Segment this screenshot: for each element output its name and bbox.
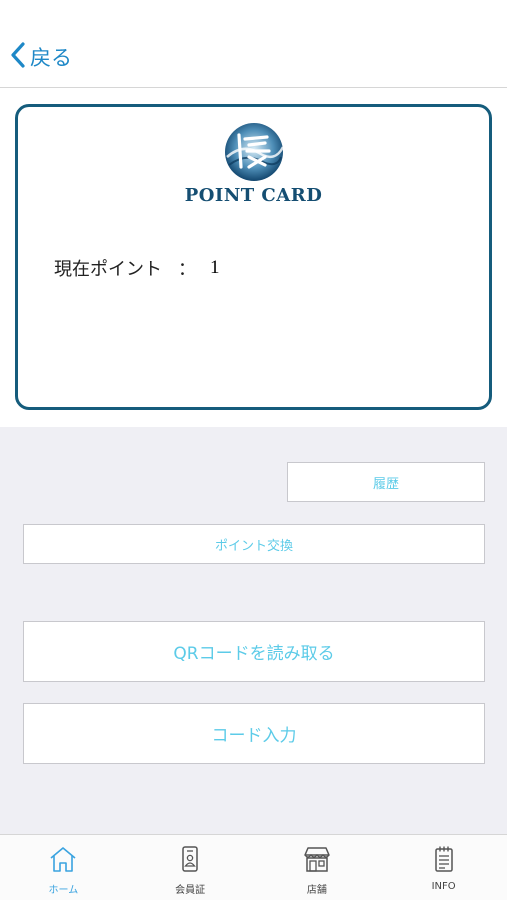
notepad-icon [429, 845, 459, 877]
tab-store-label: 店舗 [306, 885, 327, 896]
tab-member-card[interactable]: 会員証 [127, 835, 254, 900]
tab-home[interactable]: ホーム [0, 835, 127, 900]
tab-store[interactable]: 店舗 [254, 835, 381, 900]
points-separator: ： [178, 259, 196, 280]
chevron-left-icon [10, 41, 26, 73]
scan-qr-button[interactable]: QRコードを読み取る [23, 621, 485, 682]
home-icon [48, 845, 78, 877]
point-card: POINT CARD 現在ポイント ： 1 [15, 104, 492, 410]
points-value: 1 [210, 257, 220, 278]
logo-text: POINT CARD [184, 185, 323, 206]
history-button[interactable]: 履歴 [287, 462, 485, 502]
current-points: 現在ポイント ： 1 [54, 255, 220, 281]
tab-home-label: ホーム [48, 885, 79, 896]
code-input-button[interactable]: コード入力 [23, 703, 485, 764]
navigation-bar: 戻る [0, 0, 507, 88]
tab-info-label: INFO [431, 881, 456, 892]
back-button[interactable]: 戻る [10, 40, 72, 74]
logo-emblem-icon [224, 123, 284, 181]
tab-bar: ホーム 会員証 店舗 INFO [0, 834, 507, 900]
back-label: 戻る [30, 46, 72, 70]
tab-member-card-label: 会員証 [175, 885, 206, 896]
points-label: 現在ポイント [54, 259, 162, 280]
store-icon [302, 845, 332, 877]
actions-area: 履歴 ポイント交換 QRコードを読み取る コード入力 [0, 427, 507, 834]
logo: POINT CARD [18, 121, 489, 206]
member-card-icon [175, 845, 205, 877]
point-card-area: POINT CARD 現在ポイント ： 1 [0, 89, 507, 427]
tab-info[interactable]: INFO [380, 835, 507, 900]
point-exchange-button[interactable]: ポイント交換 [23, 524, 485, 564]
